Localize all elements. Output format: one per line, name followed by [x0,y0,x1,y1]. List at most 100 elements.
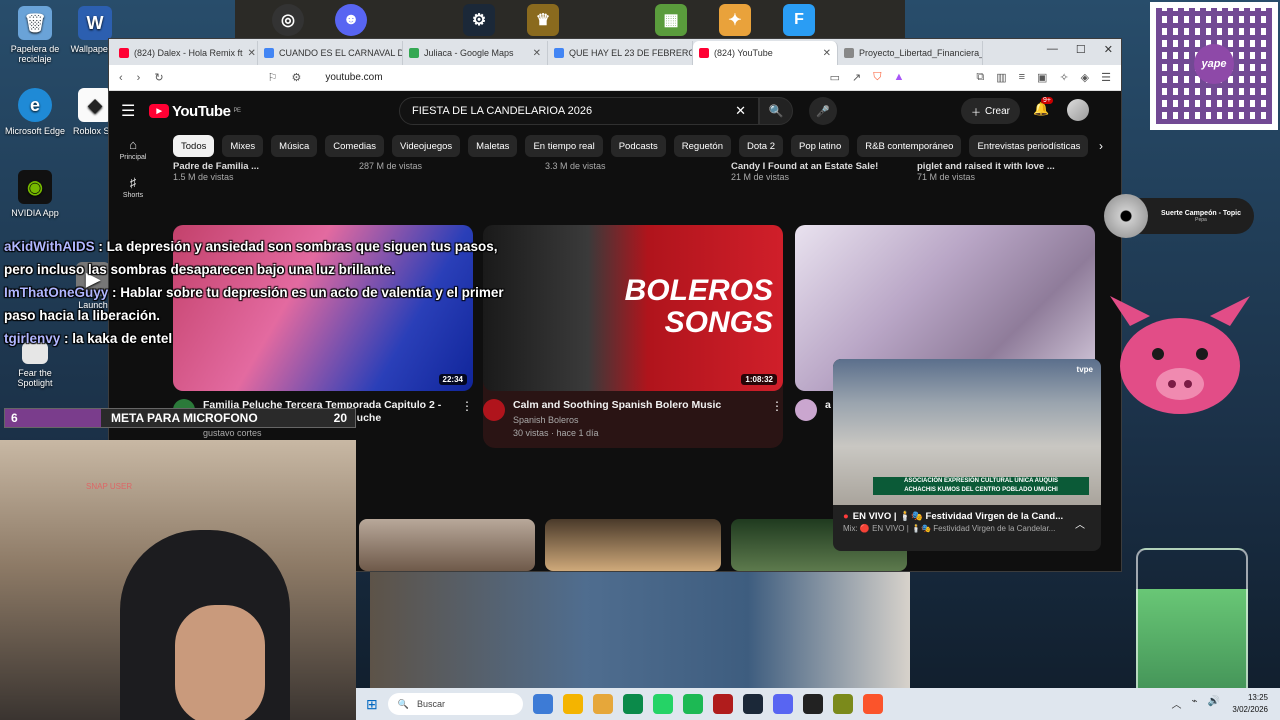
chip[interactable]: Dota 2 [738,135,783,157]
steam-taskbar-icon[interactable] [742,694,763,714]
chip[interactable]: R&B contemporáneo [857,135,962,157]
search-input[interactable]: FIESTA DE LA CANDELARIOA 2026 ✕ [399,97,759,125]
top-row-item[interactable]: 287 M de vistas [359,161,422,171]
file-explorer-icon[interactable] [592,694,613,714]
video-title[interactable]: a [825,399,831,421]
mini-player[interactable]: tvpe ASOCIACIÓN EXPRESIÓN CULTURAL ÚNICA… [833,359,1101,551]
chip[interactable]: Mixes [222,135,264,157]
browser-tab[interactable]: (824) Dalex - Hola Remix ft ✕ [113,41,258,65]
more-options-icon[interactable]: ⋮ [771,399,783,438]
browser-tab[interactable]: QUE HAY EL 23 DE FEBRERO EN✕ [548,41,693,65]
brave-shield-icon[interactable]: ⛉ [873,71,881,84]
chip[interactable]: Videojuegos [392,135,461,157]
close-window-icon[interactable]: ✕ [1104,43,1113,56]
chevron-up-icon[interactable]: ︿ [1172,696,1182,711]
minimize-icon[interactable]: — [1047,43,1058,56]
top-row-item[interactable]: piglet and raised it with love ... 71 M d… [917,161,1055,182]
volume-icon[interactable]: 🔊 [1208,696,1220,711]
video-thumbnail[interactable] [359,519,535,571]
windows-start-icon[interactable]: ⊞ [366,696,378,713]
discord-icon[interactable]: ☻ [335,4,367,36]
search-button[interactable]: 🔍 [759,97,793,125]
whatsapp-icon[interactable] [652,694,673,714]
extensions-icon[interactable]: ⧉ [976,71,984,84]
reading-list-icon[interactable]: ≡ [1019,71,1025,84]
leo-icon[interactable]: ✧ [1059,71,1068,84]
top-row-item[interactable]: 3.3 M de vistas [545,161,606,171]
clear-search-icon[interactable]: ✕ [735,103,746,119]
wallet-icon[interactable]: ▣ [1037,71,1047,84]
task-view-icon[interactable] [532,694,553,714]
taskbar-search-input[interactable]: 🔍 Buscar [387,693,523,715]
forward-icon[interactable]: › [137,72,141,84]
account-avatar[interactable] [1067,99,1089,121]
chip[interactable]: Entrevistas periodísticas [969,135,1089,157]
chip[interactable]: Maletas [468,135,518,157]
chevron-right-icon[interactable]: › [1099,139,1103,153]
menu-icon[interactable]: ☰ [1101,71,1111,84]
channel-name[interactable]: gustavo cortes [203,428,453,438]
reload-icon[interactable]: ↻ [154,71,163,84]
voice-search-button[interactable]: 🎤 [809,97,837,125]
chevron-up-icon[interactable]: ︿ [1075,516,1085,531]
mini-player-video[interactable]: tvpe ASOCIACIÓN EXPRESIÓN CULTURAL ÚNICA… [833,359,1101,505]
close-tab-icon[interactable]: ✕ [248,48,256,59]
video-title[interactable]: Calm and Soothing Spanish Bolero Music [513,399,721,412]
share-icon[interactable]: ↗ [852,71,861,84]
app-taskbar-icon[interactable] [832,694,853,714]
chip[interactable]: Comedias [325,135,385,157]
hamburger-menu-icon[interactable]: ☰ [121,101,149,121]
browser-tab[interactable]: CUANDO ES EL CARNAVAL DE✕ [258,41,403,65]
sidebar-item-shorts[interactable]: ♯ Shorts [109,175,157,199]
obs-icon[interactable]: ◎ [272,4,304,36]
vpn-icon[interactable]: ◈ [1081,71,1089,84]
channel-avatar[interactable] [795,399,817,421]
system-clock[interactable]: 13:25 3/02/2026 [1232,692,1268,716]
network-icon[interactable]: ⌁ [1192,696,1198,711]
video-card-hovered[interactable]: BOLEROS SONGS 1:08:32 Calm and Soothing S… [483,225,783,448]
browser-tab-active[interactable]: (824) YouTube ✕ [693,41,838,65]
notifications-button[interactable]: 🔔 9+ [1033,97,1053,117]
browser-tab[interactable]: Juliaca - Google Maps ✕ [403,41,548,65]
channel-avatar[interactable] [483,399,505,421]
mini-player-title[interactable]: ● EN VIVO | 🕯️🎭 Festividad Virgen de la C… [833,505,1101,524]
site-info-icon[interactable]: ⚙ [291,71,301,84]
channel-name[interactable]: Spanish Boleros [513,415,721,425]
dota-icon[interactable] [712,694,733,714]
close-tab-icon[interactable]: ✕ [533,48,541,59]
close-tab-icon[interactable]: ✕ [823,48,831,59]
counter-strike-icon[interactable]: ✦ [719,4,751,36]
brave-taskbar-icon[interactable] [862,694,883,714]
url-field[interactable]: youtube.com [325,72,382,83]
minecraft-icon[interactable]: ▦ [655,4,687,36]
spotify-icon[interactable] [682,694,703,714]
create-button[interactable]: ＋ Crear [961,98,1021,124]
chip-todos[interactable]: Todos [173,135,215,157]
browser-tab[interactable]: Proyecto_Libertad_Financiera_✕ [838,41,983,65]
game-launcher-icon[interactable]: ♛ [527,4,559,36]
chip[interactable]: Música [271,135,318,157]
sidebar-icon[interactable]: ▥ [996,71,1006,84]
obs-taskbar-icon[interactable] [802,694,823,714]
video-thumbnail[interactable] [545,519,721,571]
discord-taskbar-icon[interactable] [772,694,793,714]
desktop-icon-nvidia[interactable]: ◉ NVIDIA App [0,170,70,218]
video-thumbnail[interactable]: BOLEROS SONGS 1:08:32 [483,225,783,391]
more-options-icon[interactable]: ⋮ [461,399,473,438]
bookmark-icon[interactable]: ⚐ [268,71,278,84]
maximize-icon[interactable]: ☐ [1076,43,1086,56]
copilot-icon[interactable] [562,694,583,714]
rewards-icon[interactable]: ▲ [893,71,904,84]
steam-icon[interactable]: ⚙ [463,4,495,36]
sidebar-item-principal[interactable]: ⌂ Principal [109,137,157,161]
fortnite-icon[interactable]: F [783,4,815,36]
top-row-item[interactable]: Candy I Found at an Estate Sale! 21 M de … [731,161,878,182]
chip[interactable]: En tiempo real [525,135,603,157]
back-icon[interactable]: ‹ [119,72,123,84]
top-row-item[interactable]: Padre de Familia ... 1.5 M de vistas [173,161,259,182]
cast-icon[interactable]: ▭ [830,71,840,84]
chip[interactable]: Pop latino [790,135,850,157]
chip[interactable]: Reguetón [673,135,731,157]
chip[interactable]: Podcasts [610,135,666,157]
edge-taskbar-icon[interactable] [622,694,643,714]
